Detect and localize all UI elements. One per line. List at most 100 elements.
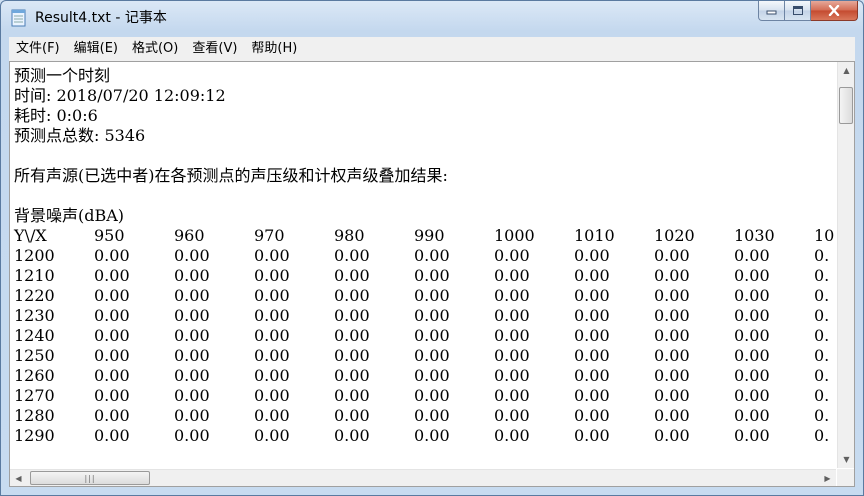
scroll-left-button[interactable]: ◀ xyxy=(10,470,27,487)
table-cell: 0.00 xyxy=(94,266,130,285)
table-cell: 0.00 xyxy=(334,326,370,345)
document-line: 所有声源(已选中者)在各预测点的声压级和计权声级叠加结果: xyxy=(14,166,448,185)
text-editor[interactable]: 预测一个时刻 时间: 2018/07/20 12:09:12 耗时: 0:0:6 预测… xyxy=(9,61,855,487)
document-line: 预测一个时刻 xyxy=(14,66,111,85)
maximize-icon xyxy=(792,6,803,15)
table-cell: 0.00 xyxy=(94,406,130,425)
table-cell: 0.00 xyxy=(494,266,530,285)
table-cell: 0.00 xyxy=(94,246,130,265)
table-cell: 0.00 xyxy=(94,326,130,345)
table-cell: 0.00 xyxy=(574,266,610,285)
grip-icon: ||| xyxy=(84,473,96,483)
table-cell: 0.00 xyxy=(494,346,530,365)
table-cell: 0.00 xyxy=(94,386,130,405)
column-header: 10 xyxy=(814,226,835,245)
row-header: 1250 xyxy=(14,346,55,365)
table-cell: 0.00 xyxy=(734,266,770,285)
scroll-down-button[interactable]: ▼ xyxy=(838,451,855,468)
horizontal-scrollbar[interactable]: ◀ ||| ▶ xyxy=(10,469,836,486)
notepad-icon xyxy=(11,9,26,27)
table-cell: 0.00 xyxy=(414,286,450,305)
minimize-button[interactable] xyxy=(758,1,785,21)
table-cell: 0.00 xyxy=(174,306,210,325)
column-header: 960 xyxy=(174,226,205,245)
menu-file[interactable]: 文件(F) xyxy=(9,39,67,59)
table-cell: 0.00 xyxy=(494,366,530,385)
scroll-right-button[interactable]: ▶ xyxy=(819,470,836,487)
table-cell: 0.00 xyxy=(574,286,610,305)
table-cell: 0.00 xyxy=(734,426,770,445)
table-cell: 0. xyxy=(814,366,830,385)
table-cell: 0.00 xyxy=(734,366,770,385)
table-cell: 0.00 xyxy=(414,346,450,365)
row-header: 1290 xyxy=(14,426,55,445)
table-cell: 0.00 xyxy=(174,346,210,365)
table-cell: 0.00 xyxy=(334,346,370,365)
column-header: 1010 xyxy=(574,226,615,245)
row-header: 1280 xyxy=(14,406,55,425)
table-cell: 0.00 xyxy=(574,386,610,405)
horizontal-scroll-thumb[interactable]: ||| xyxy=(30,471,150,485)
table-cell: 0.00 xyxy=(254,266,290,285)
table-cell: 0.00 xyxy=(414,426,450,445)
table-cell: 0.00 xyxy=(734,346,770,365)
table-cell: 0.00 xyxy=(174,406,210,425)
document-line: 预测点总数: 5346 xyxy=(14,126,146,145)
table-cell: 0.00 xyxy=(174,286,210,305)
table-cell: 0.00 xyxy=(334,266,370,285)
table-cell: 0.00 xyxy=(654,246,690,265)
table-cell: 0.00 xyxy=(734,406,770,425)
column-header: 1030 xyxy=(734,226,775,245)
column-header: 980 xyxy=(334,226,365,245)
window-controls xyxy=(758,1,858,23)
table-cell: 0.00 xyxy=(494,406,530,425)
table-cell: 0. xyxy=(814,426,830,445)
table-cell: 0.00 xyxy=(734,306,770,325)
document-line: 耗时: 0:0:6 xyxy=(14,106,98,125)
table-cell: 0.00 xyxy=(654,406,690,425)
menu-bar: 文件(F) 编辑(E) 格式(O) 查看(V) 帮助(H) xyxy=(9,37,855,61)
close-button[interactable] xyxy=(811,1,858,21)
table-cell: 0.00 xyxy=(414,326,450,345)
vertical-scroll-thumb[interactable] xyxy=(839,87,853,124)
menu-help[interactable]: 帮助(H) xyxy=(244,39,304,59)
table-cell: 0. xyxy=(814,406,830,425)
table-cell: 0.00 xyxy=(574,326,610,345)
table-cell: 0. xyxy=(814,286,830,305)
column-header: 950 xyxy=(94,226,125,245)
column-header: 1020 xyxy=(654,226,695,245)
table-row: 1250 0.00 0.00 0.00 0.00 0.00 0.00 0.00 0.00 0.00… xyxy=(14,346,836,366)
table-cell: 0.00 xyxy=(654,426,690,445)
table-cell: 0.00 xyxy=(734,246,770,265)
table-cell: 0.00 xyxy=(334,286,370,305)
table-cell: 0.00 xyxy=(414,266,450,285)
down-arrow-icon: ▼ xyxy=(843,455,850,464)
menu-view[interactable]: 查看(V) xyxy=(185,39,244,59)
vertical-scrollbar[interactable]: ▲ ▼ xyxy=(837,62,854,468)
menu-edit[interactable]: 编辑(E) xyxy=(67,39,125,59)
title-bar[interactable]: Result4.txt - 记事本 xyxy=(1,1,863,35)
table-cell: 0.00 xyxy=(174,266,210,285)
maximize-button[interactable] xyxy=(785,1,811,21)
minimize-icon xyxy=(766,10,777,15)
table-cell: 0.00 xyxy=(654,346,690,365)
table-cell: 0. xyxy=(814,326,830,345)
table-cell: 0.00 xyxy=(254,346,290,365)
scroll-up-button[interactable]: ▲ xyxy=(838,62,855,79)
document-line: 背景噪声(dBA) xyxy=(14,206,125,225)
table-cell: 0.00 xyxy=(94,286,130,305)
table-cell: 0.00 xyxy=(654,306,690,325)
table-cell: 0.00 xyxy=(254,286,290,305)
window-title: Result4.txt - 记事本 xyxy=(35,10,167,26)
row-header: 1230 xyxy=(14,306,55,325)
menu-format[interactable]: 格式(O) xyxy=(125,39,185,59)
table-cell: 0.00 xyxy=(174,246,210,265)
table-cell: 0.00 xyxy=(94,366,130,385)
row-header: 1270 xyxy=(14,386,55,405)
table-cell: 0.00 xyxy=(254,406,290,425)
table-cell: 0.00 xyxy=(254,306,290,325)
table-cell: 0.00 xyxy=(254,426,290,445)
close-icon xyxy=(828,5,840,16)
text-content-area[interactable]: 预测一个时刻 时间: 2018/07/20 12:09:12 耗时: 0:0:6 预测… xyxy=(10,62,836,468)
table-cell: 0.00 xyxy=(414,366,450,385)
